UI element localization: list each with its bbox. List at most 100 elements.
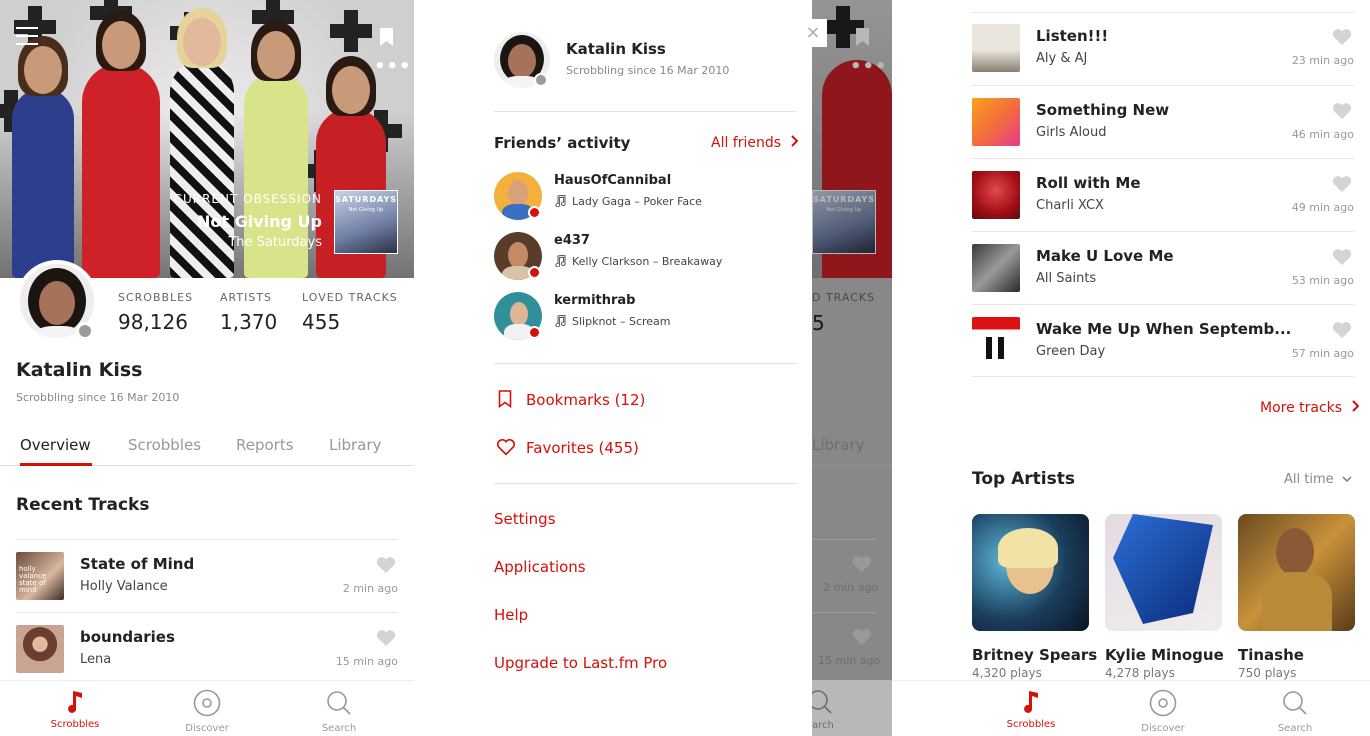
profile-name: Katalin Kiss [16,359,143,381]
scrobbling-since: Scrobbling since 16 Mar 2010 [16,391,180,404]
upgrade-pro-link[interactable]: Upgrade to Last.fm Pro [494,654,667,672]
artist-name: Britney Spears [972,646,1098,664]
tab-library[interactable]: Library [329,436,381,454]
stat-value: 98,126 [118,310,188,334]
cover-subtitle: Not Giving Up [348,207,384,213]
track-row[interactable]: Something New Girls Aloud 46 min ago [972,85,1354,158]
friend-name: e437 [554,233,590,248]
chevron-right-icon [790,135,798,147]
tab-overview[interactable]: Overview [20,436,91,454]
heart-icon[interactable] [1332,248,1352,266]
heart-outline-icon [496,439,516,456]
track-title: Wake Me Up When Septemb... [1036,320,1292,338]
current-obsession-artist[interactable]: The Saturdays [228,235,322,250]
track-cover [972,244,1020,292]
track-artist: Holly Valance [80,579,168,594]
stat-label: ARTISTS [220,291,273,304]
bookmarks-label: Bookmarks (12) [526,391,646,409]
bookmark-icon [498,390,512,409]
side-drawer: Katalin Kiss Scrobbling since 16 Mar 201… [414,0,812,736]
heart-icon[interactable] [1332,175,1352,193]
active-tab-indicator [20,463,92,466]
stat-value: 1,370 [220,310,278,334]
nav-scrobbles[interactable]: Scrobbles [35,689,115,730]
nav-search[interactable]: Search [1255,689,1335,734]
track-time: 53 min ago [1291,274,1354,287]
track-row[interactable]: Listen!!! Aly & AJ 23 min ago [972,12,1354,85]
drawer-profile-name[interactable]: Katalin Kiss [566,40,666,58]
track-row[interactable]: Make U Love Me All Saints 53 min ago [972,231,1354,304]
track-cover [972,98,1020,146]
stat-artists[interactable]: ARTISTS 1,370 [220,291,277,334]
more-tracks-link[interactable]: More tracks [1260,400,1359,416]
nav-scrobbles[interactable]: Scrobbles [991,689,1071,730]
more-tracks-label: More tracks [1260,400,1343,416]
artist-card[interactable]: Tinashe 750 plays [1238,514,1355,680]
more-options-icon[interactable]: ••• [374,56,412,77]
track-row[interactable]: holly valance state of mind State of Min… [16,539,398,612]
friend-name: HausOfCannibal [554,173,672,188]
track-time: 57 min ago [1291,347,1354,360]
track-row[interactable]: boundaries Lena 15 min ago [16,612,398,685]
disc-icon [193,689,221,717]
band-member [82,11,160,278]
friend-row[interactable]: HausOfCannibal Lady Gaga – Poker Face [494,172,796,222]
favorites-label: Favorites (455) [526,439,639,457]
stat-value: 455 [302,310,341,334]
track-row[interactable]: Wake Me Up When Septemb... Green Day 57 … [972,304,1354,377]
divider [494,363,796,364]
stat-label: SCROBBLES [118,291,194,304]
divider [494,483,796,484]
bookmarks-link[interactable]: Bookmarks (12) [498,390,645,409]
heart-icon[interactable] [1332,28,1352,46]
track-cover [972,171,1020,219]
artist-card[interactable]: Kylie Minogue 4,278 plays [1105,514,1224,680]
artist-plays: 4,320 plays [972,666,1042,680]
close-drawer-button[interactable]: × [799,19,827,47]
stat-loved-tracks[interactable]: LOVED TRACKS 455 [302,291,398,334]
chevron-down-icon [1342,476,1352,483]
applications-link[interactable]: Applications [494,558,586,576]
artist-card[interactable]: Britney Spears 4,320 plays [972,514,1098,680]
track-title: boundaries [80,628,175,646]
friend-row[interactable]: e437 Kelly Clarkson – Breakaway [494,232,796,282]
favorites-link[interactable]: Favorites (455) [496,438,639,457]
bg-pattern [330,10,372,52]
nav-discover[interactable]: Discover [167,689,247,734]
overview-scrolled-screen: Listen!!! Aly & AJ 23 min ago Something … [892,0,1370,736]
stat-scrobbles[interactable]: SCROBBLES 98,126 [118,291,193,334]
artist-name: Tinashe [1238,646,1304,664]
heart-icon[interactable] [1332,102,1352,120]
friend-row[interactable]: kermithrab Slipknot – Scream [494,292,796,342]
current-obsession-label: CURRENT OBSESSION [173,192,322,206]
track-time: 46 min ago [1291,128,1354,141]
profile-tabs: Overview Scrobbles Reports Library [0,426,414,466]
music-note-icon [555,194,566,208]
nav-label: Discover [185,723,229,734]
track-title: Roll with Me [1036,174,1141,192]
heart-icon[interactable] [1332,321,1352,339]
heart-icon[interactable] [376,556,396,574]
artist-image [1238,514,1355,631]
dimmed-background[interactable]: ••• SATURDAYS Not Giving Up D TRACKS 5 L… [812,0,892,736]
nav-search[interactable]: Search [299,689,379,734]
search-icon [327,691,351,715]
nav-discover[interactable]: Discover [1123,689,1203,734]
track-time: 49 min ago [1291,201,1354,214]
heart-icon[interactable] [376,629,396,647]
all-friends-link[interactable]: All friends [711,135,798,151]
drawer-screen: ••• SATURDAYS Not Giving Up D TRACKS 5 L… [414,0,892,736]
track-row[interactable]: Roll with Me Charli XCX 49 min ago [972,158,1354,231]
period-selector[interactable]: All time [1284,472,1352,487]
current-obsession-cover[interactable]: SATURDAYS Not Giving Up [334,190,398,254]
track-cover [972,317,1020,365]
settings-link[interactable]: Settings [494,510,556,528]
current-obsession-track[interactable]: Not Giving Up [197,212,322,231]
tab-scrobbles[interactable]: Scrobbles [128,436,201,454]
help-link[interactable]: Help [494,606,528,624]
friend-track: Slipknot – Scream [572,315,671,328]
menu-icon[interactable] [16,27,38,45]
tab-reports[interactable]: Reports [236,436,294,454]
status-indicator [534,73,548,87]
bookmark-icon[interactable] [380,28,393,46]
